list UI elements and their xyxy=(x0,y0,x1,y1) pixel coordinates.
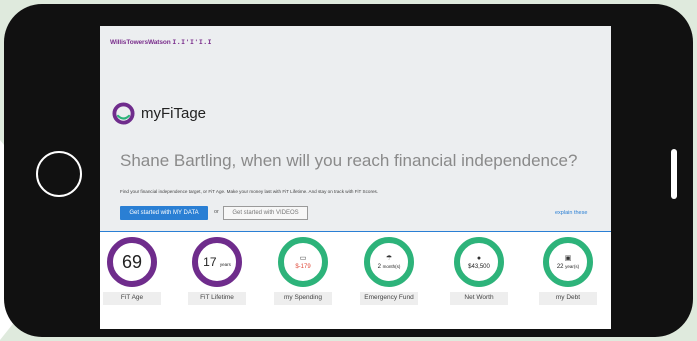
metric-ring: 69 xyxy=(107,237,157,287)
metric-label: FiT Age xyxy=(103,292,161,305)
metric-emergency-fund[interactable]: ☂ 2 month(s) Emergency Fund xyxy=(360,237,418,327)
or-separator: or xyxy=(214,209,219,215)
hero-section: WillisTowersWatson I.I'I'I.I myFiTage Sh… xyxy=(100,26,611,231)
metric-unit: years xyxy=(219,262,231,267)
metric-value: $43,500 xyxy=(468,263,490,270)
metric-my-spending[interactable]: ▭ $-179 my Spending xyxy=(274,237,332,327)
phone-side-button xyxy=(671,149,677,199)
metric-ring: ▣ 22 year(s) xyxy=(543,237,593,287)
metric-value: 69 xyxy=(121,252,143,272)
metric-value: 17 xyxy=(203,255,217,269)
metric-ring: ☂ 2 month(s) xyxy=(364,237,414,287)
coins-icon: ● xyxy=(476,254,482,262)
metric-unit: year(s) xyxy=(565,263,580,269)
metric-value: 22 xyxy=(556,263,564,270)
get-started-my-data-button[interactable]: Get started with MY DATA xyxy=(120,206,208,220)
app-screen: WillisTowersWatson I.I'I'I.I myFiTage Sh… xyxy=(100,26,611,329)
hero-subtext: Find your financial independence target,… xyxy=(120,189,379,194)
page-headline: Shane Bartling, when will you reach fina… xyxy=(120,151,578,170)
phone-frame: WillisTowersWatson I.I'I'I.I myFiTage Sh… xyxy=(4,4,693,337)
phone-home-button xyxy=(36,151,82,197)
metric-ring: 17 years xyxy=(192,237,242,287)
metric-value: 2 xyxy=(377,263,381,270)
metric-fit-lifetime[interactable]: 17 years FiT Lifetime xyxy=(188,237,246,327)
metric-label: my Debt xyxy=(539,292,597,305)
wallet-icon: ▭ xyxy=(299,254,307,262)
metric-label: my Spending xyxy=(274,292,332,305)
metric-ring: ▭ $-179 xyxy=(278,237,328,287)
myfitage-logo-icon xyxy=(112,102,135,125)
get-started-videos-button[interactable]: Get started with VIDEOS xyxy=(223,206,308,220)
money-bag-icon: ▣ xyxy=(564,254,572,262)
metric-ring: ● $43,500 xyxy=(454,237,504,287)
umbrella-icon: ☂ xyxy=(385,254,393,262)
metric-fit-age[interactable]: 69 FiT Age xyxy=(103,237,161,327)
metric-value: $-179 xyxy=(295,263,311,270)
metric-unit: month(s) xyxy=(382,263,401,269)
metric-label: FiT Lifetime xyxy=(188,292,246,305)
section-divider xyxy=(100,231,611,232)
metric-label: Net Worth xyxy=(450,292,508,305)
metric-label: Emergency Fund xyxy=(360,292,418,305)
metric-net-worth[interactable]: ● $43,500 Net Worth xyxy=(450,237,508,327)
company-mark: I.I'I'I.I xyxy=(172,38,213,46)
company-logo: WillisTowersWatson I.I'I'I.I xyxy=(110,38,212,46)
app-name: myFiTage xyxy=(141,105,207,122)
explain-these-link[interactable]: explain these xyxy=(555,210,587,216)
metric-my-debt[interactable]: ▣ 22 year(s) my Debt xyxy=(539,237,597,327)
company-name: WillisTowersWatson xyxy=(110,39,171,46)
